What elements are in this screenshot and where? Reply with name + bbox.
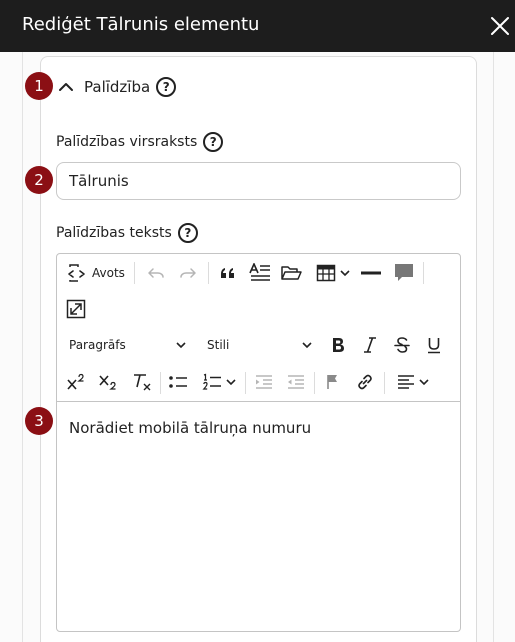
content-divider-left [22,52,23,642]
help-heading-label-row: Palīdzības virsraksts ? [56,132,224,152]
chevron-up-icon [59,83,73,91]
indent-button[interactable] [253,371,275,393]
strikethrough-icon [394,337,410,353]
outdent-button[interactable] [285,371,307,393]
numbered-list-button[interactable] [199,371,239,393]
toolbar-separator [384,372,385,394]
strikethrough-button[interactable] [391,334,413,356]
redo-button[interactable] [177,262,199,284]
blockquote-button[interactable] [217,262,239,284]
help-text-label-row: Palīdzības teksts ? [56,223,198,243]
toolbar-separator [314,372,315,394]
folder-open-icon [281,266,302,280]
text-lines-icon [249,263,270,281]
editor-content[interactable]: Norādiet mobilā tālruņa numuru [57,403,460,631]
close-button[interactable] [488,14,512,38]
help-section-toggle[interactable]: Palīdzība ? [58,75,177,99]
help-text-label: Palīdzības teksts [56,225,172,241]
italic-button[interactable] [359,334,381,356]
remove-format-icon [134,374,151,391]
flag-icon [327,375,337,389]
comment-button[interactable] [391,261,417,285]
help-heading-input[interactable] [56,162,461,200]
chevron-down-icon [418,379,429,386]
toolbar-separator [245,372,246,394]
comment-icon [395,264,413,281]
paragraph-format-dropdown[interactable]: Paragrāfs [69,334,187,356]
bold-icon [333,338,344,352]
source-icon [68,264,85,282]
step-badge-2: 2 [25,166,53,194]
remove-format-button[interactable] [131,371,153,393]
editor-toolbar: Avots Paragrāfs Stili [57,254,460,402]
bold-button[interactable] [327,334,349,356]
link-button[interactable] [354,371,376,393]
styles-dropdown[interactable]: Stili [207,334,313,356]
step-badge-3: 3 [25,407,53,435]
numbered-list-icon [201,373,221,390]
horizontal-line-button[interactable] [359,262,383,284]
toolbar-separator [160,372,161,394]
help-heading-label: Palīdzības virsraksts [56,134,198,150]
undo-icon [148,268,164,278]
toolbar-separator [208,262,209,284]
styles-value: Stili [207,338,230,352]
superscript-icon [67,373,84,390]
italic-icon [364,337,376,353]
subscript-icon [99,375,116,390]
section-title: Palīdzība [84,78,151,96]
bulleted-list-button[interactable] [167,371,189,393]
paragraph-format-value: Paragrāfs [69,338,126,352]
help-icon[interactable]: ? [203,132,224,152]
text-align-button[interactable] [393,371,433,393]
help-icon[interactable]: ? [156,77,177,97]
rich-text-editor: Avots Paragrāfs Stili Norādiet mobilā tā… [56,253,461,632]
content-divider-right [493,52,494,642]
table-icon [316,264,335,282]
anchor-button[interactable] [322,371,344,393]
toolbar-separator [423,262,424,284]
dialog-title: Rediģēt Tālrunis elementu [22,14,260,35]
chevron-down-icon [302,342,312,349]
chevron-down-icon [225,379,236,386]
dialog-titlebar: Rediģēt Tālrunis elementu [0,0,515,52]
indent-icon [256,375,272,389]
close-icon [491,17,509,35]
horizontal-line-icon [361,271,381,275]
underline-button[interactable] [423,334,445,356]
bulleted-list-icon [169,376,187,388]
help-icon[interactable]: ? [177,223,198,243]
toolbar-separator [134,262,135,284]
maximize-icon [66,299,86,319]
file-browser-button[interactable] [279,262,303,284]
chevron-down-icon [339,270,350,277]
subscript-button[interactable] [97,371,119,393]
maximize-button[interactable] [65,298,87,320]
source-button[interactable]: Avots [67,260,125,286]
redo-icon [180,268,196,278]
align-left-icon [397,375,414,389]
step-badge-1: 1 [25,72,53,100]
find-replace-button[interactable] [248,262,272,284]
link-icon [358,374,372,390]
chevron-down-icon [176,342,186,349]
insert-table-button[interactable] [313,262,353,284]
undo-button[interactable] [145,262,167,284]
outdent-icon [288,375,304,389]
quote-icon [221,268,234,278]
underline-icon [428,338,440,354]
superscript-button[interactable] [65,371,87,393]
source-label: Avots [92,266,125,280]
